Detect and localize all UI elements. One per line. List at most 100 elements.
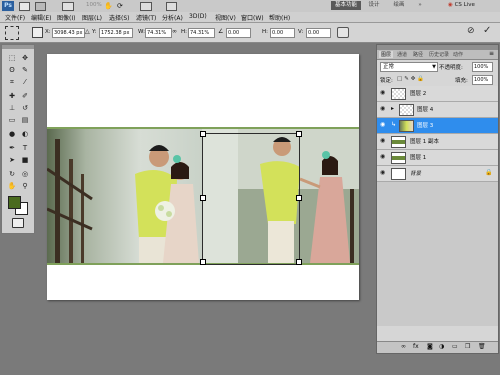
menu-file[interactable]: 文件(F) xyxy=(5,13,25,22)
eraser-tool-icon[interactable]: ▭ xyxy=(6,115,18,125)
layer-name[interactable]: 图层 2 xyxy=(410,89,426,97)
transform-handle-mr[interactable] xyxy=(296,195,302,201)
workspace-design-button[interactable]: 设计 xyxy=(367,1,381,10)
menu-select[interactable]: 选择(S) xyxy=(109,13,130,22)
history-brush-tool-icon[interactable]: ↺ xyxy=(19,103,31,113)
eye-icon[interactable]: ◉ xyxy=(380,170,388,176)
hand-icon[interactable]: ✋ xyxy=(104,2,113,10)
rotate-view-icon[interactable]: ⟳ xyxy=(117,2,123,10)
eye-icon[interactable]: ◉ xyxy=(380,122,388,128)
3d-orbit-tool-icon[interactable]: ◎ xyxy=(19,169,31,179)
type-tool-icon[interactable]: T xyxy=(19,143,31,153)
lasso-tool-icon[interactable]: ʘ xyxy=(6,65,18,75)
layer-name[interactable]: 图层 3 xyxy=(417,121,433,129)
layer-name[interactable]: 图层 4 xyxy=(417,105,433,113)
dodge-tool-icon[interactable]: ◐ xyxy=(19,129,31,139)
workspace-essentials-button[interactable]: 基本功能 xyxy=(331,1,361,10)
menu-edit[interactable]: 编辑(E) xyxy=(31,13,51,22)
eye-icon[interactable]: ◉ xyxy=(380,138,388,144)
pen-tool-icon[interactable]: ✒ xyxy=(6,143,18,153)
skew-h-field[interactable]: 0.00 xyxy=(270,28,295,38)
transform-handle-tl[interactable] xyxy=(200,131,206,137)
layer-name[interactable]: 背景 xyxy=(410,169,421,177)
zoom-level[interactable]: 100% xyxy=(86,2,102,8)
layer-style-icon[interactable]: fx xyxy=(413,343,419,350)
shape-tool-icon[interactable]: ■ xyxy=(19,155,31,165)
screen-mode-icon[interactable] xyxy=(166,2,177,11)
adjustment-layer-icon[interactable]: ◑ xyxy=(439,343,444,350)
panel-menu-icon[interactable]: ≡ xyxy=(489,50,494,57)
menu-window[interactable]: 窗口(W) xyxy=(241,13,264,22)
quick-select-tool-icon[interactable]: ✎ xyxy=(19,65,31,75)
layer-row[interactable]: ◉ 图层 1 副本 xyxy=(377,134,498,150)
spot-heal-tool-icon[interactable]: ✚ xyxy=(6,91,18,101)
warp-icon[interactable] xyxy=(337,27,349,38)
stamp-tool-icon[interactable]: ⊥ xyxy=(6,103,18,113)
workspace-paint-button[interactable]: 绘画 xyxy=(392,1,406,10)
eyedropper-tool-icon[interactable]: ⁄ xyxy=(19,77,31,87)
transform-handle-tr[interactable] xyxy=(296,131,302,137)
w-field[interactable]: 74.31% xyxy=(145,28,172,38)
transform-handle-bl[interactable] xyxy=(200,259,206,265)
layer-row[interactable]: ◉ 图层 1 xyxy=(377,150,498,166)
new-layer-icon[interactable]: ❐ xyxy=(465,343,470,350)
layer-name[interactable]: 图层 1 副本 xyxy=(410,137,439,145)
foreground-color-swatch[interactable] xyxy=(8,196,21,209)
cs-live-button[interactable]: ◉ CS Live xyxy=(448,1,498,10)
view-extras-icon[interactable] xyxy=(62,2,74,11)
link-layers-icon[interactable]: ∞ xyxy=(401,343,406,350)
hand-tool-icon[interactable]: ✋ xyxy=(6,181,18,191)
layer-row[interactable]: ◉ ▸ 图层 4 xyxy=(377,102,498,118)
path-select-tool-icon[interactable]: ➤ xyxy=(6,155,18,165)
menu-analysis[interactable]: 分析(A) xyxy=(162,13,183,22)
transform-bounding-box[interactable] xyxy=(202,133,300,265)
transform-tool-icon[interactable] xyxy=(5,26,19,40)
reference-point-icon[interactable] xyxy=(32,27,43,38)
blend-mode-select[interactable]: 正常 ▼ xyxy=(380,62,438,72)
transform-handle-ml[interactable] xyxy=(200,195,206,201)
eye-icon[interactable]: ◉ xyxy=(380,90,388,96)
layer-row-selected[interactable]: ◉ ↳ 图层 3 xyxy=(377,118,498,134)
tab-channels[interactable]: 通道 xyxy=(397,51,407,58)
eye-icon[interactable]: ◉ xyxy=(380,106,388,112)
fill-field[interactable]: 100% xyxy=(472,75,493,85)
tab-paths[interactable]: 路径 xyxy=(413,51,423,58)
minibridge-icon[interactable] xyxy=(35,2,46,11)
h-field[interactable]: 74.31% xyxy=(188,28,215,38)
gradient-tool-icon[interactable]: ▤ xyxy=(19,115,31,125)
rotate-field[interactable]: 0.00 xyxy=(226,28,251,38)
y-field[interactable]: 1752.38 px xyxy=(99,28,133,38)
cancel-transform-icon[interactable]: ⊘ xyxy=(467,26,475,36)
blur-tool-icon[interactable]: ● xyxy=(6,129,18,139)
workspace-more-icon[interactable]: » xyxy=(416,1,424,10)
new-group-icon[interactable]: ▭ xyxy=(452,343,458,350)
menu-filter[interactable]: 滤镜(T) xyxy=(136,13,156,22)
opacity-field[interactable]: 100% xyxy=(472,62,493,72)
move-tool-icon[interactable]: ✥ xyxy=(19,53,31,63)
brush-tool-icon[interactable]: ✐ xyxy=(19,91,31,101)
link-icon[interactable]: ∞ xyxy=(172,28,177,35)
layer-name[interactable]: 图层 1 xyxy=(410,153,426,161)
x-field[interactable]: 3098.43 px xyxy=(52,28,85,38)
marquee-tool-icon[interactable]: ⬚ xyxy=(6,53,18,63)
commit-transform-icon[interactable]: ✓ xyxy=(483,25,491,36)
lock-icons[interactable]: □✎✥🔒 xyxy=(397,76,426,82)
menu-view[interactable]: 视图(V) xyxy=(215,13,236,22)
menu-help[interactable]: 帮助(H) xyxy=(269,13,290,22)
menu-layer[interactable]: 图层(L) xyxy=(82,13,102,22)
eye-icon[interactable]: ◉ xyxy=(380,154,388,160)
layer-row[interactable]: ◉ 背景 🔒 xyxy=(377,166,498,182)
tab-actions[interactable]: 动作 xyxy=(453,51,463,58)
transform-handle-br[interactable] xyxy=(296,259,302,265)
quick-mask-icon[interactable] xyxy=(12,218,24,228)
crop-tool-icon[interactable]: ⌗ xyxy=(6,77,18,87)
delta-icon[interactable]: △ xyxy=(85,28,90,35)
tab-history[interactable]: 历史记录 xyxy=(429,51,449,58)
layer-row[interactable]: ◉ 图层 2 xyxy=(377,86,498,102)
add-mask-icon[interactable]: ◙ xyxy=(427,343,433,350)
delete-layer-icon[interactable]: 🗑 xyxy=(478,343,486,350)
zoom-tool-icon[interactable]: ⚲ xyxy=(19,181,31,191)
3d-rotate-tool-icon[interactable]: ↻ xyxy=(6,169,18,179)
bridge-icon[interactable] xyxy=(19,2,30,11)
arrange-docs-icon[interactable] xyxy=(140,2,152,11)
